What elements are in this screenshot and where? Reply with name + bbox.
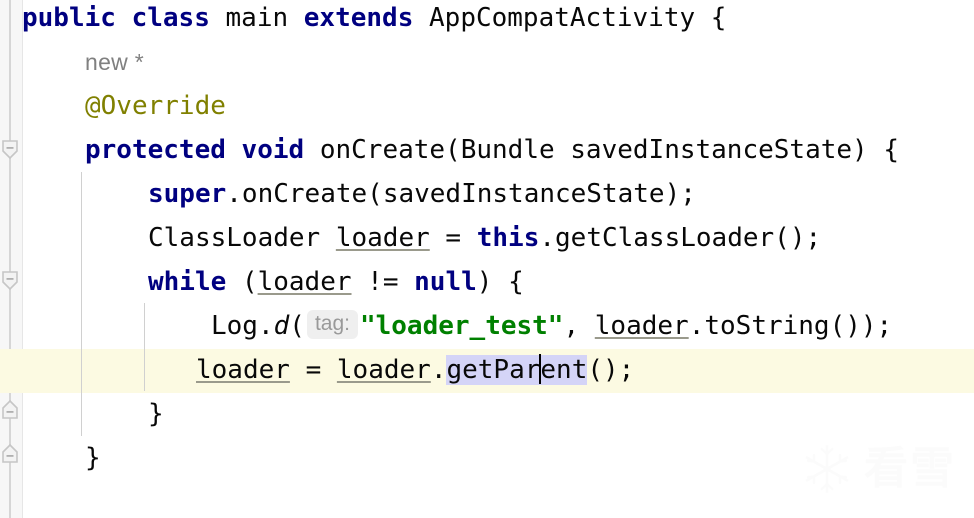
token-operator-neq: != [351,267,415,297]
token-keyword-void: void [241,135,305,165]
code-line-6[interactable]: while (loader != null) { [148,260,524,304]
token-paren-open-6: ( [226,267,258,297]
token-space-0 [116,3,132,33]
text-selection-getparent[interactable]: getParent [446,354,588,385]
token-comma-7: , [563,311,595,341]
token-supertype-appcompatactivity: AppCompatActivity { [413,3,727,33]
code-line-5[interactable]: ClassLoader loader = this.getClassLoader… [148,216,821,260]
code-line-3[interactable]: protected void onCreate(Bundle savedInst… [85,128,899,172]
selection-part-before-caret: getPar [446,355,541,385]
token-keyword-class: class [131,3,210,33]
token-keyword-while: while [148,267,227,297]
token-call-getclassloader: .getClassLoader(); [539,223,822,253]
token-assign-5: = [429,223,477,253]
token-localvar-loader-rhs: loader [336,355,431,385]
code-line-4[interactable]: super.onCreate(savedInstanceState); [148,172,696,216]
token-localvar-loader-cond: loader [257,267,352,297]
token-call-end-8: (); [587,355,635,385]
token-call-oncreate: .onCreate(savedInstanceState); [226,179,696,209]
code-line-2[interactable]: @Override [85,84,226,128]
token-keyword-super: super [148,179,227,209]
code-line-9[interactable]: } [148,392,164,436]
token-brace-close-oncreate: } [85,443,101,473]
token-string-loader-test: "loader_test" [359,311,564,341]
token-brace-open-6: ) { [476,267,524,297]
code-line-10[interactable]: } [85,436,101,480]
token-method-d: d [273,311,290,341]
code-content[interactable]: public class main extends AppCompatActiv… [0,0,974,518]
token-keyword-extends: extends [303,3,414,33]
token-assign-8: = [289,355,337,385]
token-localvar-loader-arg: loader [594,311,689,341]
selection-part-after-caret: ent [540,355,588,385]
token-keyword-protected: protected [85,135,226,165]
token-type-classloader: ClassLoader [148,223,336,253]
token-keyword-null: null [414,267,477,297]
token-paren-open-7: ( [289,311,305,341]
token-space-3 [226,135,242,165]
token-annotation-override: @Override [85,91,226,121]
token-keyword-public: public [22,3,116,33]
code-line-0[interactable]: public class main extends AppCompatActiv… [22,0,726,40]
parameter-hint-tag[interactable]: tag: [306,310,358,339]
code-line-7[interactable]: Log.d(tag: "loader_test", loader.toString… [211,304,892,348]
token-class-log: Log. [211,311,274,341]
code-editor[interactable]: 看雪 public class main extends AppCompatAc… [0,0,974,518]
token-classname-main: main [209,3,304,33]
token-call-tostring: .toString()); [688,311,893,341]
token-localvar-loader-lhs: loader [196,355,290,385]
token-method-oncreate-signature: onCreate(Bundle savedInstanceState) { [304,135,899,165]
token-dot-8: . [430,355,447,385]
token-keyword-this: this [476,223,540,253]
code-line-1[interactable]: new * [85,40,144,84]
inlay-hint-new-star: new * [85,49,145,75]
token-brace-close-while: } [148,399,164,429]
code-line-8[interactable]: loader = loader.getParent(); [196,348,634,392]
token-localvar-loader-decl: loader [335,223,430,253]
